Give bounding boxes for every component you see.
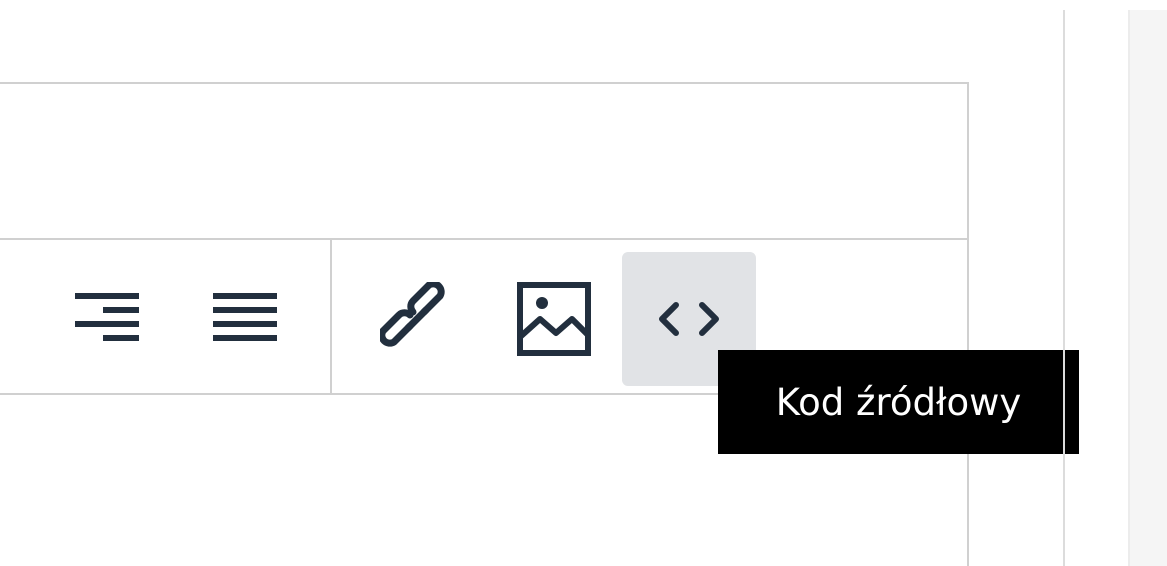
align-right-icon: [75, 293, 139, 341]
toolbar-group-divider: [330, 240, 332, 393]
align-justify-button[interactable]: [178, 252, 312, 386]
panel-divider: [1063, 10, 1065, 566]
source-code-tooltip: Kod źródłowy: [718, 350, 1079, 454]
align-right-button[interactable]: [40, 252, 174, 386]
code-icon: [659, 302, 719, 336]
image-icon: [517, 282, 591, 356]
link-icon: [380, 282, 445, 347]
align-justify-icon: [213, 293, 277, 341]
insert-image-button[interactable]: [487, 252, 621, 386]
side-panel: [1128, 10, 1167, 566]
insert-link-button[interactable]: [350, 252, 484, 386]
